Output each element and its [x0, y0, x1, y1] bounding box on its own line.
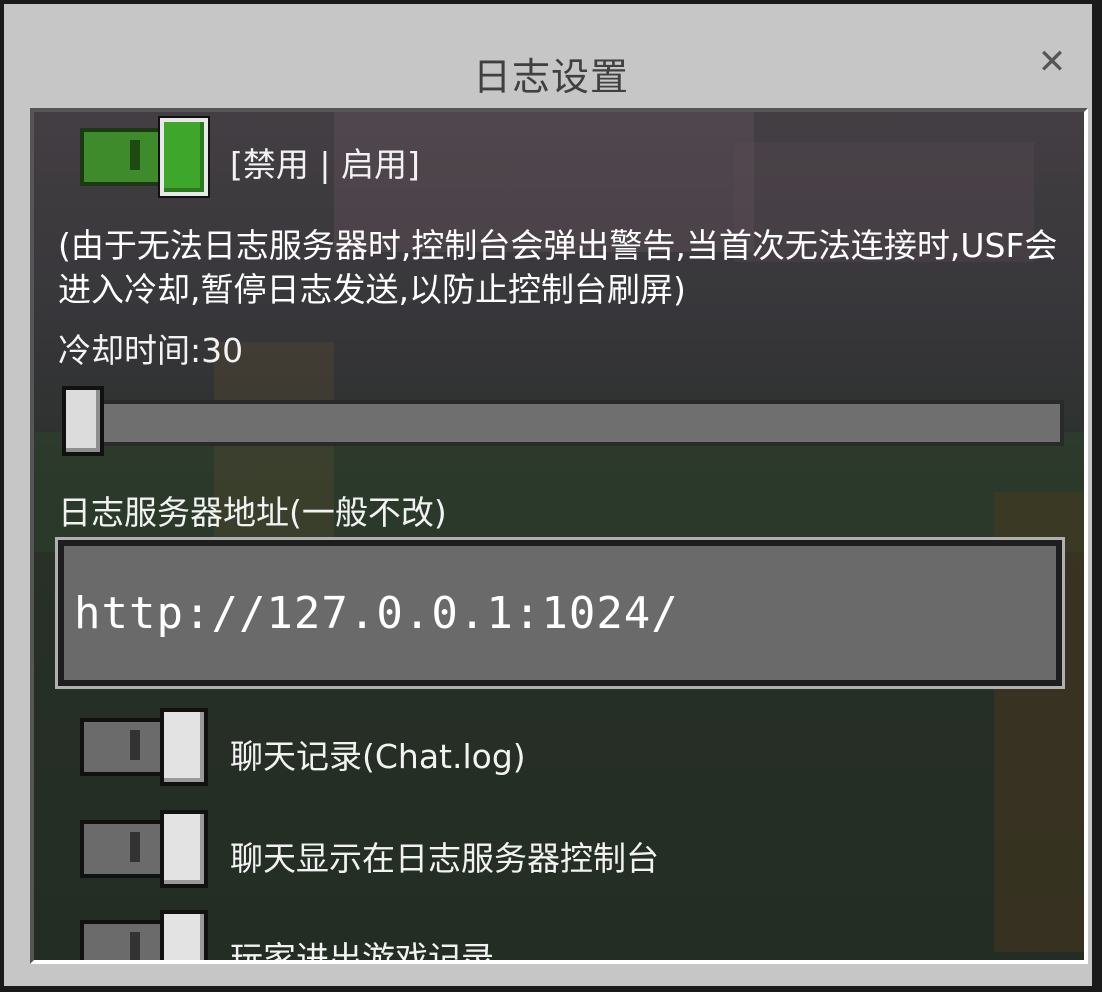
toggle-mark — [130, 932, 140, 960]
player-join-leave-toggle[interactable] — [80, 910, 208, 960]
toggle-knob — [160, 910, 208, 960]
toggle-mark — [130, 832, 140, 862]
toggle-mark — [130, 140, 140, 170]
toggle-knob — [160, 810, 208, 888]
toggle-track — [80, 920, 164, 960]
cooldown-description: (由于无法日志服务器时,控制台会弹出警告,当首次无法连接时,USF会进入冷却,暂… — [58, 226, 1058, 309]
log-settings-dialog: 日志设置 ✕ [禁用 | 启用] (由于无法日志服务器时,控制台会弹出警告,当首… — [0, 0, 1102, 992]
cooldown-label: 冷却时间:30 — [58, 331, 244, 370]
chat-log-label: 聊天记录(Chat.log) — [230, 737, 526, 776]
toggle-track — [80, 820, 164, 878]
server-address-field[interactable] — [55, 537, 1065, 689]
toggle-knob — [160, 708, 208, 786]
chat-log-toggle[interactable] — [80, 708, 208, 786]
dialog-frame: 日志设置 ✕ [禁用 | 启用] (由于无法日志服务器时,控制台会弹出警告,当首… — [10, 4, 1092, 986]
logging-toggle-label: [禁用 | 启用] — [230, 145, 420, 184]
cooldown-slider[interactable] — [62, 386, 1066, 456]
toggle-track — [80, 718, 164, 776]
settings-panel[interactable]: [禁用 | 启用] (由于无法日志服务器时,控制台会弹出警告,当首次无法连接时,… — [30, 108, 1088, 964]
chat-console-toggle[interactable] — [80, 810, 208, 888]
dialog-title: 日志设置 — [472, 55, 629, 99]
server-address-label: 日志服务器地址(一般不改) — [58, 493, 447, 532]
toggle-knob — [158, 116, 210, 198]
server-address-input[interactable] — [64, 546, 1056, 680]
slider-handle[interactable] — [62, 386, 104, 456]
player-join-leave-label: 玩家进出游戏记录 — [230, 939, 494, 964]
slider-track — [62, 400, 1064, 446]
logging-enable-toggle[interactable] — [80, 116, 210, 198]
toggle-mark — [130, 730, 140, 760]
settings-content: [禁用 | 启用] (由于无法日志服务器时,控制台会弹出警告,当首次无法连接时,… — [34, 112, 1084, 960]
close-icon[interactable]: ✕ — [1032, 42, 1072, 82]
chat-console-label: 聊天显示在日志服务器控制台 — [230, 839, 659, 878]
toggle-track — [80, 128, 164, 186]
